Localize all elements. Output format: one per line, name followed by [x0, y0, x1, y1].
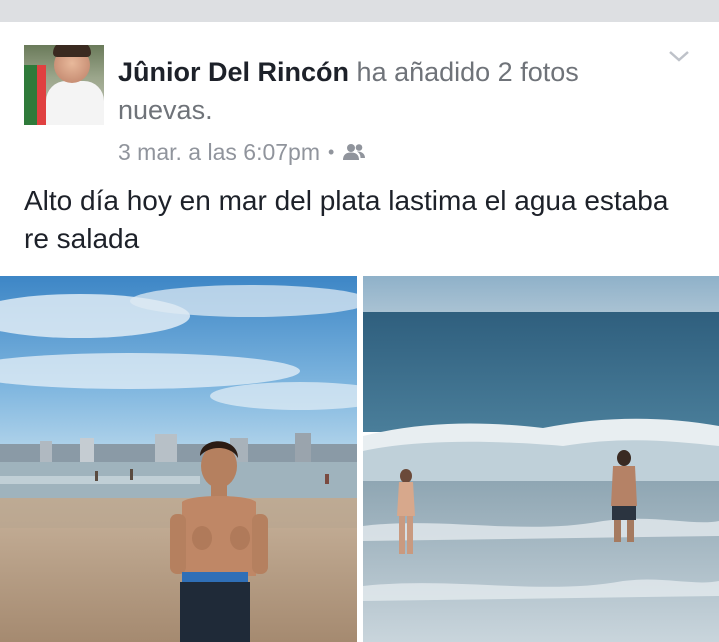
post-text: Alto día hoy en mar del plata lastima el…: [24, 185, 669, 254]
avatar-flag: [24, 65, 46, 125]
photo-ocean-waves[interactable]: [363, 276, 719, 642]
photo-beach-selfie[interactable]: [0, 276, 357, 642]
avatar-hair: [53, 45, 91, 57]
friends-icon[interactable]: [342, 143, 366, 161]
avatar-shirt: [46, 81, 104, 125]
post-timestamp[interactable]: 3 mar. a las 6:07pm: [118, 135, 320, 169]
author-avatar[interactable]: [24, 45, 104, 125]
meta-separator: •: [328, 142, 335, 162]
chevron-down-icon[interactable]: [668, 48, 690, 64]
post-header: Jûnior Del Rincón ha añadido 2 fotos nue…: [118, 53, 598, 129]
author-name[interactable]: Jûnior Del Rincón: [118, 57, 349, 87]
beach-photo-image: [0, 276, 357, 642]
ocean-photo-image: [363, 276, 719, 642]
post-meta: 3 mar. a las 6:07pm •: [118, 135, 366, 169]
post-card: Jûnior Del Rincón ha añadido 2 fotos nue…: [0, 22, 719, 642]
feed-gap: [0, 0, 719, 22]
